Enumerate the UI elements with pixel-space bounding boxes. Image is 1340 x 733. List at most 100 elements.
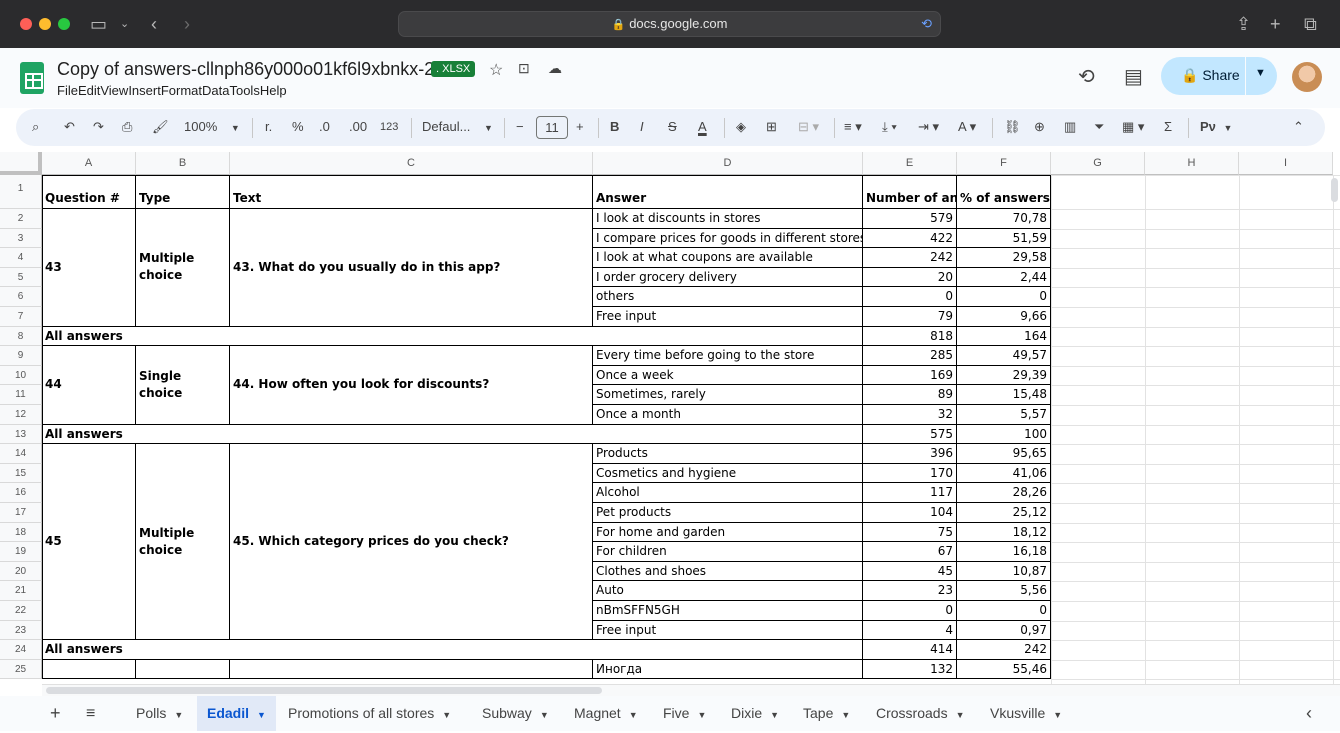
question-number-cell[interactable]: 43 (42, 209, 136, 327)
new-tab-icon[interactable]: + (1270, 12, 1281, 36)
merge-cells-icon[interactable]: ⊟ ▾ (798, 118, 819, 136)
fill-color-icon[interactable]: ◈ (736, 118, 746, 136)
row-header[interactable]: 15 (0, 463, 42, 484)
back-icon[interactable]: ‹ (151, 12, 157, 36)
sheet-tab-polls[interactable]: Polls ▼ (136, 696, 183, 731)
percent-cell[interactable]: 51,59 (957, 228, 1051, 249)
percent-cell[interactable]: 16,18 (957, 542, 1051, 562)
move-folder-icon[interactable]: ⊡ (518, 60, 530, 77)
row-header[interactable]: 17 (0, 503, 42, 523)
percent-cell[interactable]: 70,78 (957, 209, 1051, 229)
column-header[interactable]: A (42, 152, 136, 175)
percent-cell[interactable]: 49,57 (957, 346, 1051, 366)
answer-cell[interactable]: Иногда (593, 659, 863, 680)
row-header[interactable]: 1 (0, 175, 42, 209)
row-header[interactable]: 23 (0, 620, 42, 641)
count-cell[interactable]: 67 (863, 542, 957, 562)
sheet-tab-subway[interactable]: Subway ▼ (482, 696, 549, 731)
row-header[interactable]: 11 (0, 385, 42, 405)
percent-cell[interactable]: 18,12 (957, 522, 1051, 543)
all-answers-cell[interactable]: All answers (42, 424, 863, 445)
zoom-window-button[interactable] (58, 18, 70, 30)
tab-menu-icon[interactable]: ▼ (841, 710, 850, 720)
question-type-cell[interactable]: Multiple choice (136, 444, 230, 641)
percent-cell[interactable]: 5,57 (957, 405, 1051, 425)
percent-cell[interactable]: 41,06 (957, 463, 1051, 484)
scroll-tabs-left-icon[interactable]: ‹ (1306, 696, 1312, 731)
row-header[interactable]: 9 (0, 346, 42, 366)
decrease-font-size-icon[interactable]: − (516, 118, 524, 136)
chevron-down-icon[interactable]: ⌄ (120, 12, 129, 36)
avatar[interactable] (1292, 62, 1322, 92)
tab-menu-icon[interactable]: ▼ (629, 710, 638, 720)
row-header[interactable]: 4 (0, 248, 42, 268)
translate-icon[interactable]: ⟲ (921, 12, 932, 36)
all-answers-cell[interactable]: All answers (42, 326, 863, 347)
sheet-tab-promotions-of-all-stores[interactable]: Promotions of all stores ▼ (288, 696, 451, 731)
answer-cell[interactable]: Once a week (593, 365, 863, 386)
all-sheets-icon[interactable]: ≡ (86, 696, 95, 731)
functions-button[interactable]: Σ (1164, 118, 1172, 136)
percent-cell[interactable]: 55,46 (957, 659, 1051, 680)
percent-cell[interactable]: 29,58 (957, 248, 1051, 268)
close-window-button[interactable] (20, 18, 32, 30)
percent-cell[interactable]: 0,97 (957, 620, 1051, 641)
count-cell[interactable]: 0 (863, 601, 957, 621)
count-cell[interactable]: 4 (863, 620, 957, 641)
answer-cell[interactable]: I look at discounts in stores (593, 209, 863, 229)
percent-cell[interactable]: 164 (957, 326, 1051, 347)
percent-cell[interactable]: 25,12 (957, 503, 1051, 523)
column-header[interactable]: H (1145, 152, 1239, 175)
count-cell[interactable]: 396 (863, 444, 957, 464)
sheets-logo[interactable] (20, 62, 44, 94)
row-header[interactable]: 12 (0, 405, 42, 425)
count-cell[interactable]: 132 (863, 659, 957, 680)
tab-menu-icon[interactable]: ▼ (956, 710, 965, 720)
percent-cell[interactable]: 28,26 (957, 483, 1051, 503)
count-cell[interactable]: 20 (863, 267, 957, 288)
share-dropdown-icon[interactable]: ▼ (1255, 67, 1266, 79)
paint-format-icon[interactable]: 🖌 (152, 118, 169, 136)
menu-format[interactable]: Format (161, 83, 202, 98)
percent-cell[interactable]: 2,44 (957, 267, 1051, 288)
star-icon[interactable]: ☆ (489, 60, 503, 80)
row-header[interactable]: 21 (0, 581, 42, 601)
address-bar[interactable]: 🔒 docs.google.com ⟲ (398, 11, 941, 37)
vertical-scrollbar[interactable] (1331, 178, 1338, 202)
horizontal-scrollbar[interactable] (42, 684, 1340, 696)
answer-cell[interactable]: Auto (593, 581, 863, 601)
answer-cell[interactable]: I order grocery delivery (593, 267, 863, 288)
insert-comment-icon[interactable]: ⊕ (1034, 118, 1045, 136)
header-text-cell[interactable]: Text (230, 175, 593, 209)
cloud-status-icon[interactable]: ☁ (548, 60, 562, 77)
row-header[interactable]: 25 (0, 659, 42, 680)
row-header[interactable]: 14 (0, 444, 42, 464)
version-history-icon[interactable]: ⟲ (1078, 64, 1095, 89)
all-answers-cell[interactable]: All answers (42, 640, 863, 660)
count-cell[interactable]: 23 (863, 581, 957, 601)
insert-chart-icon[interactable]: ▥ (1064, 118, 1076, 136)
tab-menu-icon[interactable]: ▼ (174, 710, 183, 720)
sidebar-icon[interactable]: ▭ (90, 12, 107, 36)
count-cell[interactable]: 45 (863, 561, 957, 582)
row-header[interactable]: 24 (0, 640, 42, 660)
select-all-corner[interactable] (0, 152, 42, 175)
answer-cell[interactable]: Free input (593, 307, 863, 327)
question-text-cell[interactable]: 44. How often you look for discounts? (230, 346, 593, 425)
count-cell[interactable]: 170 (863, 463, 957, 484)
count-cell[interactable]: 75 (863, 522, 957, 543)
text-color-button[interactable]: A (698, 118, 707, 136)
forward-icon[interactable]: › (184, 12, 190, 36)
column-header[interactable]: G (1051, 152, 1145, 175)
tab-menu-icon[interactable]: ▼ (1053, 710, 1062, 720)
tab-menu-icon[interactable]: ▼ (540, 710, 549, 720)
header-answer-cell[interactable]: Answer (593, 175, 863, 209)
menu-insert[interactable]: Insert (128, 83, 161, 98)
undo-icon[interactable]: ↶ (64, 118, 75, 136)
row-header[interactable]: 3 (0, 228, 42, 249)
count-cell[interactable]: 79 (863, 307, 957, 327)
answer-cell[interactable]: Pet products (593, 503, 863, 523)
percent-format-button[interactable]: % (292, 118, 304, 136)
count-cell[interactable]: 169 (863, 365, 957, 386)
count-cell[interactable]: 89 (863, 385, 957, 405)
